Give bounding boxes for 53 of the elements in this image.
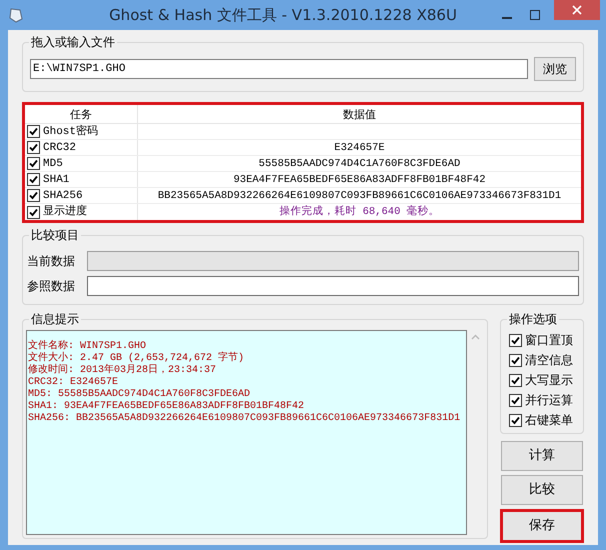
field-label: 参照数据 xyxy=(27,278,76,294)
action-button[interactable]: 计算 xyxy=(501,441,583,471)
column-header: 任务 xyxy=(25,105,138,123)
checkbox[interactable] xyxy=(27,125,40,138)
data-value: 55585B5AADC974D4C1A760F8C3FDE6AD xyxy=(258,156,462,170)
checkbox[interactable] xyxy=(27,189,40,202)
group-label: 比较项目 xyxy=(29,227,81,243)
option-label: 清空信息 xyxy=(525,353,573,368)
option-label: 右键菜单 xyxy=(525,413,573,428)
checkbox[interactable] xyxy=(27,206,40,218)
checkbox[interactable] xyxy=(509,394,522,407)
info-line: CRC32: E324657E xyxy=(28,377,120,389)
window-title: Ghost & Hash 文件工具 - V1.3.2010.1228 X86U xyxy=(108,4,458,26)
task-name: 显示进度 xyxy=(43,205,87,219)
option-label: 并行运算 xyxy=(525,393,573,408)
info-line: SHA1: 93EA4F7FEA65BEDF65E86A83ADFF8FB01BF48F42 xyxy=(28,401,306,413)
checkbox[interactable] xyxy=(27,157,40,170)
info-line: SHA256: BB23565A5A8D932266264E6109807C093FB89661C6C0106AE973346673F831D1 xyxy=(28,413,462,425)
action-button[interactable]: 比较 xyxy=(501,475,583,505)
checkbox[interactable] xyxy=(509,414,522,427)
checkbox[interactable] xyxy=(509,354,522,367)
info-line: MD5: 55585B5AADC974D4C1A760F8C3FDE6AD xyxy=(28,389,252,401)
checkbox[interactable] xyxy=(509,334,522,347)
close-icon xyxy=(572,5,582,15)
data-value: 93EA4F7FEA65BEDF65E86A83ADFF8FB01BF48F42 xyxy=(232,172,487,186)
close-button[interactable] xyxy=(554,0,600,20)
task-name: SHA1 xyxy=(43,172,70,186)
checkbox[interactable] xyxy=(509,374,522,387)
info-line: 文件大小: 2.47 GB (2,653,724,672 字节) xyxy=(28,353,246,364)
column-header: 数据值 xyxy=(342,107,377,123)
info-line: 修改时间: 2013年03月28日，23:34:37 xyxy=(28,365,218,377)
file-path-field[interactable]: E:\WIN7SP1.GHO xyxy=(30,59,528,79)
maximize-icon[interactable] xyxy=(530,10,540,20)
app-icon xyxy=(8,7,24,23)
action-button[interactable]: 保存 xyxy=(500,509,584,543)
data-field[interactable] xyxy=(87,276,579,296)
group-label: 操作选项 xyxy=(507,311,559,327)
field-label: 当前数据 xyxy=(27,252,76,270)
option-label: 大写显示 xyxy=(525,373,573,388)
data-value: 操作完成，耗时 68,640 毫秒。 xyxy=(278,205,441,219)
task-name: MD5 xyxy=(43,156,63,170)
checkbox[interactable] xyxy=(27,173,40,186)
data-value: BB23565A5A8D932266264E6109807C093FB89661C6C0106AE973346673F831D1 xyxy=(156,188,562,202)
data-value: E324657E xyxy=(333,140,386,154)
task-name: Ghost密码 xyxy=(43,124,98,138)
info-line: 文件名称: WIN7SP1.GHO xyxy=(28,341,148,352)
checkbox[interactable] xyxy=(27,141,40,154)
group-label: 信息提示 xyxy=(29,311,81,327)
task-name: SHA256 xyxy=(43,188,83,202)
group-label: 拖入或输入文件 xyxy=(29,34,117,50)
task-name: CRC32 xyxy=(43,140,76,154)
option-label: 窗口置顶 xyxy=(525,333,573,348)
browse-button[interactable]: 浏览 xyxy=(534,57,576,81)
